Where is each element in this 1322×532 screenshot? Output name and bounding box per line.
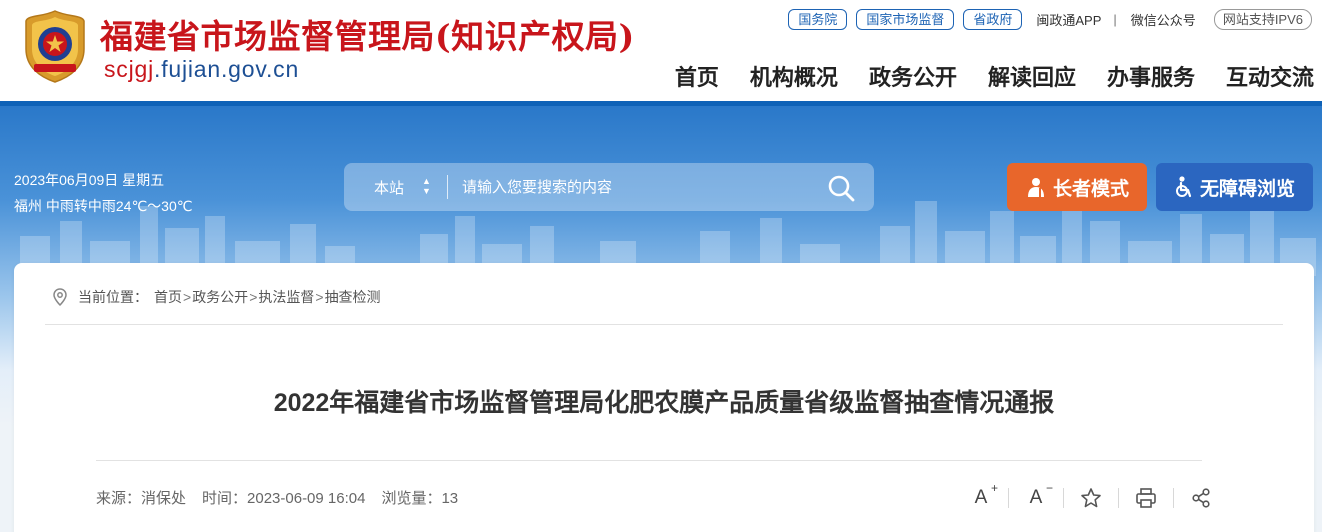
breadcrumb-separator: > — [249, 289, 258, 305]
nav-services[interactable]: 办事服务 — [1107, 60, 1195, 92]
samr-link[interactable]: 国家市场监督 — [856, 9, 955, 30]
elder-mode-button[interactable]: 长者模式 — [1007, 163, 1147, 211]
font-increase-icon[interactable]: A + — [968, 481, 998, 511]
tool-separator — [1173, 488, 1174, 508]
article-card: 当前位置： 首页 > 政务公开 > 执法监督 > 抽查检测 2022年福建省市场… — [14, 263, 1314, 532]
article-meta: 来源：消保处 时间：2023-06-09 16:04 浏览量：13 — [96, 487, 474, 508]
nav-interaction[interactable]: 互动交流 — [1226, 60, 1314, 92]
article-tools: A + A − — [968, 481, 1214, 511]
article-source: 来源：消保处 — [96, 490, 187, 507]
nav-interpretation[interactable]: 解读回应 — [988, 60, 1076, 92]
state-council-link[interactable]: 国务院 — [788, 9, 848, 30]
share-icon[interactable] — [1188, 485, 1214, 511]
minzhengtong-app-link[interactable]: 闽政通APP — [1036, 10, 1101, 29]
breadcrumb-enforcement[interactable]: 执法监督 — [258, 287, 314, 307]
article-time: 时间：2023-06-09 16:04 — [202, 490, 366, 507]
nav-organization[interactable]: 机构概况 — [750, 60, 838, 92]
top-links: 国务院 国家市场监督 省政府 闽政通APP | 微信公众号 网站支持IPV6 — [779, 9, 1312, 30]
top-link-separator: | — [1113, 12, 1117, 27]
elder-mode-label: 长者模式 — [1052, 178, 1129, 200]
tool-separator — [1008, 488, 1009, 508]
breadcrumb-separator: > — [183, 289, 192, 305]
nav-home[interactable]: 首页 — [675, 60, 719, 92]
title-divider — [96, 460, 1202, 461]
article-title: 2022年福建省市场监督管理局化肥农膜产品质量省级监督抽查情况通报 — [273, 389, 1055, 417]
wheelchair-icon — [1174, 176, 1194, 198]
search-input[interactable] — [462, 173, 802, 201]
search-bar: 本站 ▲ ▼ — [344, 163, 874, 211]
location-pin-icon — [53, 288, 67, 307]
font-decrease-icon[interactable]: A − — [1023, 481, 1053, 511]
accessibility-label: 无障碍浏览 — [1199, 178, 1295, 200]
site-header: 福建省市场监督管理局(知识产权局) scjgj.fujian.gov.cn 国务… — [0, 0, 1322, 106]
elder-person-icon — [1025, 176, 1047, 198]
nav-gov-affairs[interactable]: 政务公开 — [869, 60, 957, 92]
search-scope-select[interactable]: 本站 — [374, 177, 404, 198]
wechat-link[interactable]: 微信公众号 — [1131, 10, 1196, 29]
search-divider — [447, 175, 448, 199]
province-gov-link[interactable]: 省政府 — [963, 9, 1023, 30]
ipv6-badge: 网站支持IPV6 — [1213, 9, 1312, 30]
breadcrumb: 当前位置： 首页 > 政务公开 > 执法监督 > 抽查检测 — [50, 287, 381, 307]
search-icon[interactable] — [826, 173, 856, 203]
police-emblem-logo[interactable] — [20, 9, 90, 84]
breadcrumb-separator: > — [315, 289, 324, 305]
article-views: 浏览量：13 — [381, 490, 459, 507]
favorite-icon[interactable] — [1078, 485, 1104, 511]
site-title[interactable]: 福建省市场监督管理局(知识产权局) — [100, 10, 635, 58]
breadcrumb-divider — [45, 324, 1283, 325]
site-domain: scjgj.fujian.gov.cn — [104, 56, 300, 82]
main-nav: 首页 机构概况 政务公开 解读回应 办事服务 互动交流 — [644, 60, 1314, 92]
breadcrumb-gov-affairs[interactable]: 政务公开 — [192, 287, 248, 307]
print-icon[interactable] — [1133, 485, 1159, 511]
breadcrumb-prefix: 当前位置： — [78, 289, 148, 305]
tool-separator — [1063, 488, 1064, 508]
breadcrumb-inspection[interactable]: 抽查检测 — [325, 287, 381, 307]
scope-toggle-icon[interactable]: ▲ ▼ — [422, 176, 431, 196]
current-date: 2023年06月09日 星期五 — [14, 172, 165, 188]
tool-separator — [1118, 488, 1119, 508]
breadcrumb-home[interactable]: 首页 — [154, 287, 182, 307]
weather-info: 福州 中雨转中雨24℃～30℃ — [14, 198, 193, 214]
accessibility-button[interactable]: 无障碍浏览 — [1156, 163, 1313, 211]
